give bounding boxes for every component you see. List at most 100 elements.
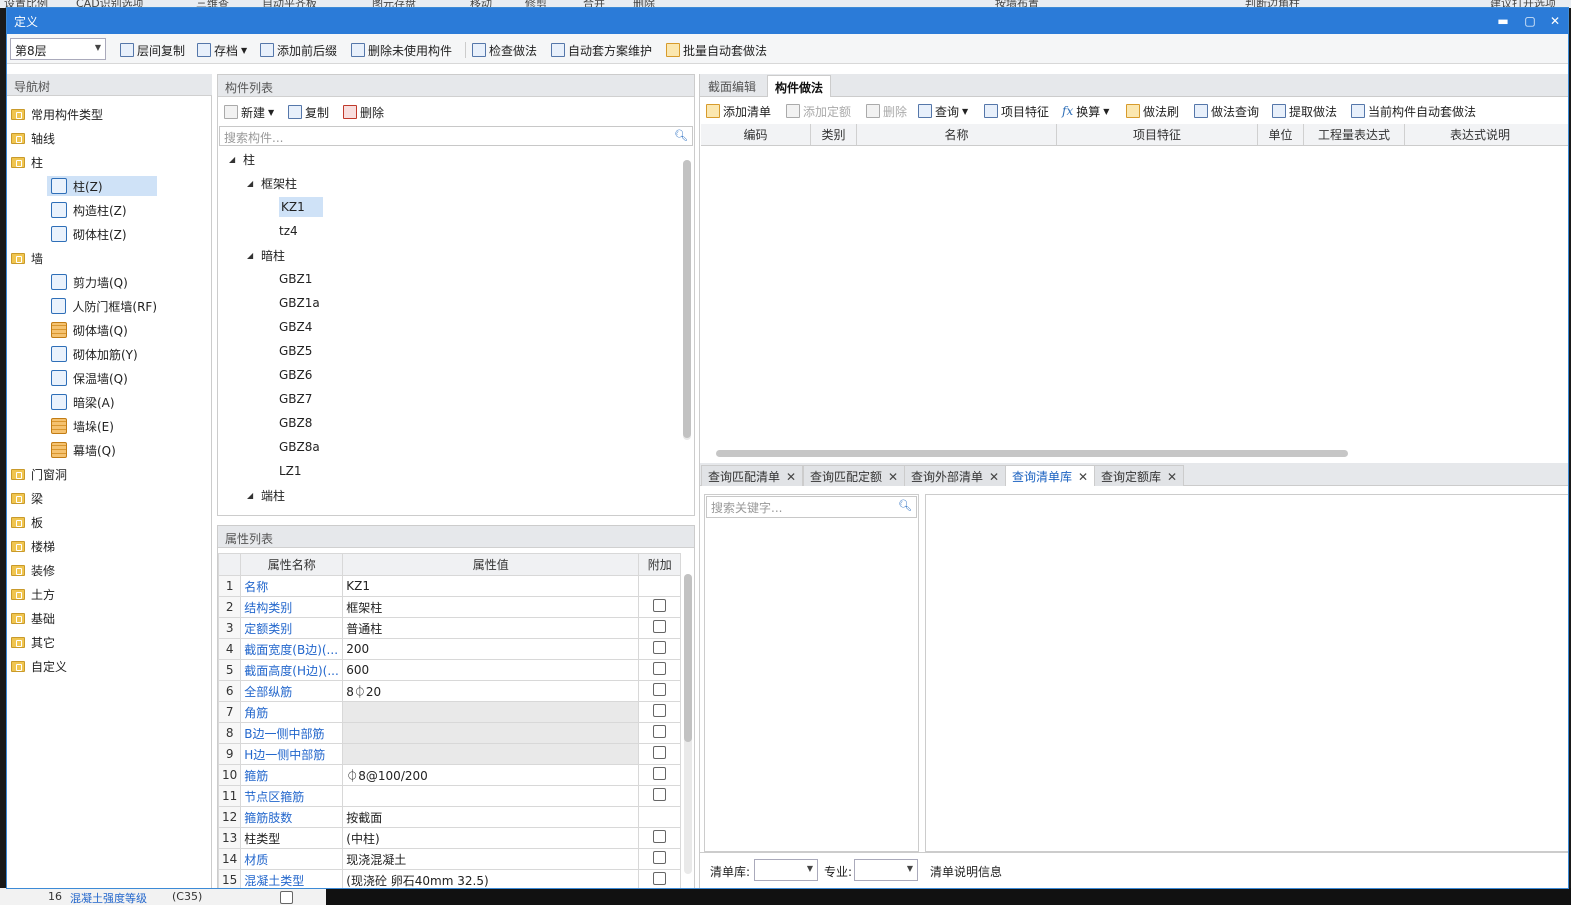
delete-component-button[interactable]: 删除 <box>343 103 384 121</box>
method-query-button[interactable]: 做法查询 <box>1194 102 1259 120</box>
nav-item[interactable]: 砌体墙(Q) <box>47 320 157 340</box>
tab-external-list[interactable]: 查询外部清单 ✕ <box>904 465 1007 486</box>
tab-section-edit[interactable]: 截面编辑 <box>701 75 763 97</box>
new-component-button[interactable]: 新建 ▼ <box>224 103 274 121</box>
tab-component-method[interactable]: 构件做法 <box>767 75 832 97</box>
nav-item[interactable]: 剪力墙(Q) <box>47 272 157 292</box>
property-value[interactable]: 600 <box>342 659 640 681</box>
attach-checkbox[interactable] <box>653 620 667 633</box>
property-row[interactable]: 6 全部纵筋 8⏀20 <box>217 680 682 702</box>
attach-checkbox[interactable] <box>653 599 667 612</box>
nav-item[interactable]: 柱 <box>11 152 43 172</box>
expand-triangle-icon[interactable]: ◢ <box>247 251 255 260</box>
col-expression[interactable]: 工程量表达式 <box>1304 124 1405 145</box>
attach-checkbox[interactable] <box>653 788 667 801</box>
attach-checkbox[interactable] <box>653 851 667 864</box>
property-value[interactable] <box>342 743 640 765</box>
property-row[interactable]: 5 截面高度(H边)(... 600 <box>217 659 682 681</box>
convert-button[interactable]: fx 换算 ▼ <box>1062 102 1109 120</box>
col-expression-desc[interactable]: 表达式说明 <box>1405 124 1555 145</box>
property-value[interactable]: (现浇砼 卵石40mm 32.5) <box>342 869 640 888</box>
attach-checkbox[interactable] <box>653 683 667 696</box>
attach-checkbox[interactable] <box>653 746 667 759</box>
auto-scheme-maintenance-button[interactable]: 自动套方案维护 <box>551 41 652 59</box>
nav-item[interactable]: 轴线 <box>11 128 55 148</box>
list-library-select[interactable]: ▼ <box>754 859 818 881</box>
copy-component-button[interactable]: 复制 <box>288 103 329 121</box>
component-item[interactable]: GBZ6 <box>279 365 312 385</box>
nav-item[interactable]: 人防门框墙(RF) <box>47 296 157 316</box>
nav-item[interactable]: 柱(Z) <box>47 176 157 196</box>
auto-method-current-button[interactable]: 当前构件自动套做法 <box>1351 102 1476 120</box>
floor-select[interactable]: 第8层 ▼ <box>10 38 106 60</box>
tab-list-library[interactable]: 查询清单库 ✕ <box>1005 465 1096 486</box>
component-item[interactable]: GBZ4 <box>279 317 312 337</box>
attach-checkbox[interactable] <box>653 641 667 654</box>
scrollbar-thumb[interactable] <box>684 574 692 742</box>
tab-match-list[interactable]: 查询匹配清单 ✕ <box>701 465 804 486</box>
nav-item[interactable]: 板 <box>11 512 43 532</box>
col-features[interactable]: 项目特征 <box>1057 124 1258 145</box>
attach-checkbox[interactable] <box>653 872 667 885</box>
tab-quota-library[interactable]: 查询定额库 ✕ <box>1094 465 1185 486</box>
minimize-button[interactable]: ▬ <box>1494 12 1512 30</box>
property-row[interactable]: 1 名称 KZ1 <box>217 575 682 597</box>
close-icon[interactable]: ✕ <box>1167 470 1177 484</box>
property-value[interactable]: 8⏀20 <box>342 680 640 702</box>
component-item[interactable]: LZ1 <box>279 461 302 481</box>
expand-triangle-icon[interactable]: ◢ <box>229 155 237 164</box>
property-value[interactable] <box>342 722 640 744</box>
component-item[interactable]: tz4 <box>279 221 298 241</box>
property-value[interactable]: 框架柱 <box>342 596 640 618</box>
major-select[interactable]: ▼ <box>854 859 918 881</box>
component-item[interactable]: GBZ1a <box>279 293 320 313</box>
col-category[interactable]: 类别 <box>811 124 857 145</box>
nav-item[interactable]: 装修 <box>11 560 55 580</box>
method-grid-hscrollbar[interactable] <box>716 450 1348 457</box>
property-value[interactable]: 现浇混凝土 <box>342 848 640 870</box>
nav-item[interactable]: 门窗洞 <box>11 464 67 484</box>
close-button[interactable]: ✕ <box>1546 12 1564 30</box>
item-features-button[interactable]: 项目特征 <box>984 102 1049 120</box>
property-row[interactable]: 10 箍筋 ⏀8@100/200 <box>217 764 682 786</box>
archive-button[interactable]: 存档 ▼ <box>197 41 247 59</box>
add-quota-button[interactable]: 添加定额 <box>786 102 851 120</box>
nav-item[interactable]: 墙垛(E) <box>47 416 157 436</box>
component-group[interactable]: ◢ 暗柱 <box>247 245 285 265</box>
tab-match-quota[interactable]: 查询匹配定额 ✕ <box>803 465 906 486</box>
col-unit[interactable]: 单位 <box>1258 124 1304 145</box>
extract-method-button[interactable]: 提取做法 <box>1272 102 1337 120</box>
nav-item[interactable]: 保温墙(Q) <box>47 368 157 388</box>
copy-between-floors-button[interactable]: 层间复制 <box>120 41 185 59</box>
col-code[interactable]: 编码 <box>701 124 811 145</box>
close-icon[interactable]: ✕ <box>1078 470 1088 484</box>
property-row[interactable]: 11 节点区箍筋 <box>217 785 682 807</box>
component-item[interactable]: GBZ1 <box>279 269 312 289</box>
property-value[interactable]: 普通柱 <box>342 617 640 639</box>
nav-item[interactable]: 自定义 <box>11 656 67 676</box>
component-item[interactable]: GBZ8 <box>279 413 312 433</box>
property-row[interactable]: 13 柱类型 (中柱) <box>217 827 682 849</box>
property-row[interactable]: 12 箍筋肢数 按截面 <box>217 806 682 828</box>
query-button[interactable]: 查询 ▼ <box>918 102 968 120</box>
delete-method-button[interactable]: 删除 <box>866 102 907 120</box>
component-item[interactable]: GBZ7 <box>279 389 312 409</box>
attach-checkbox[interactable] <box>653 767 667 780</box>
property-row[interactable]: 9 H边一侧中部筋 <box>217 743 682 765</box>
component-item[interactable]: GBZ8a <box>279 437 320 457</box>
nav-item[interactable]: 砌体柱(Z) <box>47 224 157 244</box>
keyword-search-input[interactable]: 搜索关键字... 🔍︎ <box>706 496 917 518</box>
property-value[interactable] <box>342 701 640 723</box>
component-search-input[interactable]: 搜索构件... 🔍︎ <box>219 126 693 146</box>
component-group[interactable]: ◢ 框架柱 <box>247 173 297 193</box>
property-row[interactable]: 4 截面宽度(B边)(... 200 <box>217 638 682 660</box>
attach-checkbox[interactable] <box>653 662 667 675</box>
component-item[interactable]: GBZ5 <box>279 341 312 361</box>
property-row[interactable]: 8 B边一侧中部筋 <box>217 722 682 744</box>
property-value[interactable]: KZ1 <box>342 575 640 597</box>
add-list-button[interactable]: 添加清单 <box>706 102 771 120</box>
nav-item[interactable]: 砌体加筋(Y) <box>47 344 157 364</box>
close-icon[interactable]: ✕ <box>786 470 796 484</box>
property-value[interactable] <box>342 785 640 807</box>
nav-item[interactable]: 墙 <box>11 248 43 268</box>
